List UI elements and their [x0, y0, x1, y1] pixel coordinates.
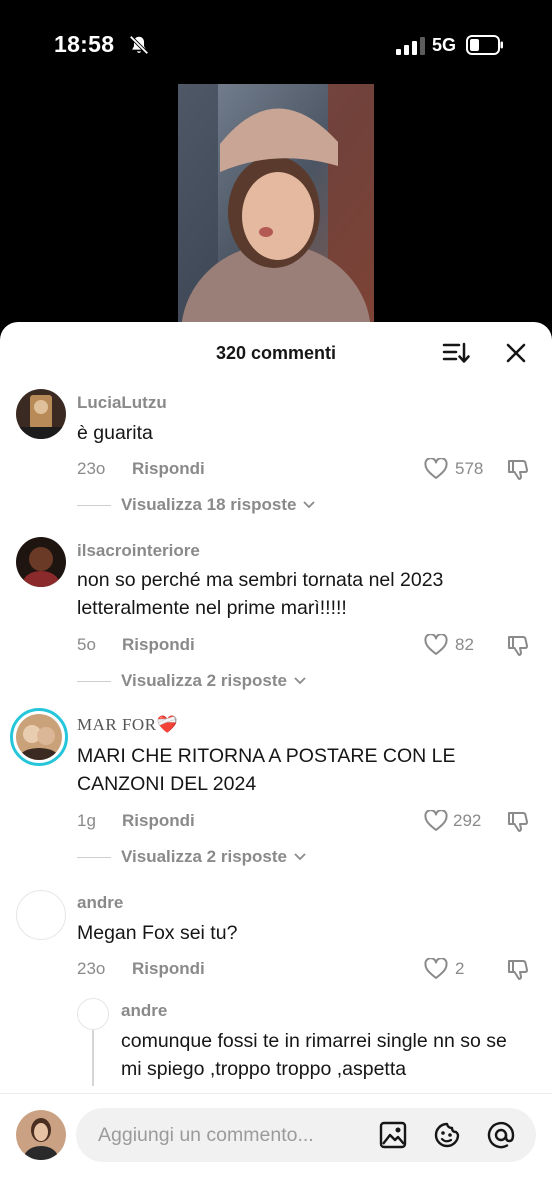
view-replies-label: Visualizza 2 risposte: [121, 671, 287, 690]
reply-text: comunque fossi te in rimarrei single nn …: [121, 1030, 507, 1080]
avatar[interactable]: [16, 1110, 66, 1160]
signal-icon: [396, 37, 425, 55]
thumbs-down-icon[interactable]: [506, 458, 530, 482]
divider: [77, 681, 111, 682]
image-icon[interactable]: [378, 1120, 408, 1150]
view-replies-button[interactable]: Visualizza 2 risposte: [121, 671, 306, 691]
heart-icon[interactable]: [424, 810, 448, 832]
comment-username[interactable]: andre: [77, 893, 123, 913]
comment-username[interactable]: LuciaLutzu: [77, 393, 167, 413]
heart-icon[interactable]: [424, 458, 448, 480]
battery-icon: [466, 35, 503, 55]
comments-header: 320 commenti: [0, 322, 552, 380]
chevron-down-icon: [303, 501, 315, 509]
thumbs-down-icon[interactable]: [506, 634, 530, 658]
avatar[interactable]: [77, 998, 109, 1030]
avatar[interactable]: [16, 389, 66, 439]
thumbs-down-icon[interactable]: [506, 810, 530, 834]
video-thumbnail: [178, 84, 374, 334]
network-label: 5G: [432, 35, 457, 55]
comment-text: non so perché ma sembri tornata nel 2023…: [77, 569, 444, 619]
comment-text: Megan Fox sei tu?: [77, 922, 238, 944]
reply-button[interactable]: Rispondi: [122, 811, 195, 831]
like-count: 2: [455, 959, 465, 978]
comment-username[interactable]: MAR FOR❤️‍🩹: [77, 715, 178, 735]
comment-text: MARI CHE RITORNA A POSTARE CON LE CANZON…: [77, 745, 456, 795]
status-time: 18:58: [54, 31, 115, 57]
reply-username[interactable]: andre: [121, 1001, 167, 1021]
avatar[interactable]: [16, 537, 66, 587]
view-replies-button[interactable]: Visualizza 18 risposte: [121, 495, 315, 515]
reply-button[interactable]: Rispondi: [132, 459, 205, 479]
close-icon[interactable]: [503, 340, 529, 366]
view-replies-label: Visualizza 2 risposte: [121, 847, 287, 866]
heart-icon[interactable]: [424, 634, 448, 656]
comment-time: 1g: [77, 811, 96, 830]
reply-button[interactable]: Rispondi: [122, 635, 195, 655]
like-count: 578: [455, 459, 484, 478]
view-replies-button[interactable]: Visualizza 2 risposte: [121, 847, 306, 867]
like-count: 292: [453, 811, 482, 830]
comment-time: 23o: [77, 959, 106, 978]
like-count: 82: [455, 635, 474, 654]
divider: [77, 857, 111, 858]
chevron-down-icon: [294, 677, 306, 685]
comment-input[interactable]: Aggiungi un commento...: [76, 1108, 536, 1162]
comment-username[interactable]: ilsacrointeriore: [77, 541, 200, 561]
reply-button[interactable]: Rispondi: [132, 959, 205, 979]
emoji-icon[interactable]: [432, 1120, 462, 1150]
comment-input-bar: Aggiungi un commento...: [0, 1093, 552, 1200]
comment-time: 23o: [77, 459, 106, 478]
thumbs-down-icon[interactable]: [506, 958, 530, 982]
at-icon[interactable]: [486, 1120, 516, 1150]
heart-icon[interactable]: [424, 958, 448, 980]
divider: [77, 505, 111, 506]
view-replies-label: Visualizza 18 risposte: [121, 495, 297, 514]
sort-icon[interactable]: [442, 340, 470, 366]
comment-text: è guarita: [77, 422, 153, 444]
comments-sheet: 320 commenti LuciaLutzu è guarita 23o Ri…: [0, 322, 552, 1200]
chevron-down-icon: [294, 853, 306, 861]
status-bar: 18:58 5G: [0, 0, 552, 90]
video-preview[interactable]: [178, 84, 374, 334]
avatar[interactable]: [10, 708, 68, 766]
bell-slash-icon: [129, 35, 149, 55]
comment-time: 5o: [77, 635, 96, 654]
avatar[interactable]: [16, 890, 66, 940]
comment-input-placeholder: Aggiungi un commento...: [98, 1124, 314, 1146]
